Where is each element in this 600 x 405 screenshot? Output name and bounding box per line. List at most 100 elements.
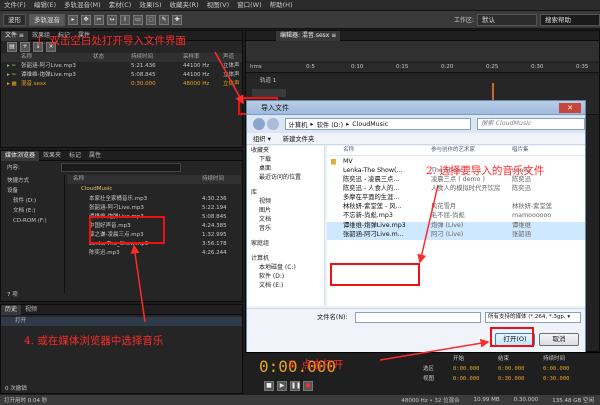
tab-history[interactable]: 历史 — [1, 304, 22, 315]
time-ruler[interactable]: hms 0:5 0:10 0:15 0:20 0:25 0:30 0:35 — [246, 63, 599, 73]
tree-drive-d[interactable]: 软件 (D:) — [13, 197, 36, 205]
list-item[interactable]: 本家社全家桶音乐.mp3 4:30.236 — [67, 195, 241, 204]
nav-downloads[interactable]: 下载 — [259, 155, 271, 164]
menu-favorites[interactable]: 收藏夹(R) — [166, 0, 203, 11]
mute-solo-buttons[interactable] — [252, 89, 286, 97]
tab-properties-2[interactable]: 属性 — [85, 151, 105, 161]
view-start[interactable]: 0:00.000 — [453, 375, 480, 383]
record-icon[interactable]: ● — [303, 381, 313, 391]
tree-drive-e[interactable]: 文档 (E:) — [13, 207, 35, 215]
nav-recent[interactable]: 最近访问的位置 — [259, 173, 301, 182]
menu-window[interactable]: 窗口(W) — [233, 0, 266, 11]
dlg-col-name[interactable]: 名称 — [343, 146, 354, 154]
tab-media-browser[interactable]: 媒体浏览器 — [1, 150, 40, 161]
tab-effects[interactable]: 效果夹 — [39, 151, 65, 161]
media-col-duration[interactable]: 持续时间 — [202, 175, 224, 183]
nav-pictures[interactable]: 图片 — [259, 206, 271, 215]
heal-icon[interactable]: ✚ — [172, 14, 182, 25]
workspace-select[interactable]: 默认 — [477, 13, 537, 26]
tree-shortcuts[interactable]: 快捷方式 — [7, 177, 29, 185]
back-icon[interactable] — [253, 118, 265, 130]
list-item[interactable]: 张韶涵-阿刁Live.mp3 5:22.194 — [67, 204, 241, 213]
menu-effects[interactable]: 效果(S) — [135, 0, 165, 11]
breadcrumb[interactable]: 计算机 ▸ 软件 (D:) ▸ CloudMusic — [284, 118, 471, 130]
stop-icon[interactable]: ■ — [264, 381, 274, 391]
dialog-search-input[interactable]: 搜索 CloudMusic — [476, 118, 585, 130]
forward-icon[interactable] — [266, 118, 279, 130]
new-folder-button[interactable]: 新建文件夹 — [277, 134, 320, 143]
list-item[interactable]: 陈奕迅.mp3 4:26.244 — [67, 249, 241, 258]
tab-markers-2[interactable]: 标记 — [65, 151, 85, 161]
organize-button[interactable]: 组织 ▾ — [247, 134, 277, 143]
tree-cdrom[interactable]: CD-ROM (F:) — [13, 217, 47, 225]
waveform-button[interactable]: 波形 — [3, 13, 26, 26]
breadcrumb-folder[interactable]: CloudMusic — [349, 121, 391, 128]
list-item[interactable]: 谭维维-炮弹Live.mp3 炮弹 (Live) 谭维维 — [327, 222, 585, 231]
sel-end[interactable]: 0:00.000 — [498, 365, 525, 373]
list-item[interactable]: 陈奕迅 - 人食人的... 人食人的模拟时代开饮房 陈奕迅 — [327, 185, 585, 194]
list-item[interactable]: 林秋妍-紫堂莲 - 风... 风花雪月 林秋妍-紫堂莲 — [327, 203, 585, 212]
dlg-col-album[interactable]: 唱片集 — [512, 146, 529, 154]
content-path-field[interactable] — [61, 163, 181, 172]
close-icon[interactable]: ✕ — [559, 102, 581, 113]
multitrack-button[interactable]: 多轨混音 — [29, 13, 65, 26]
new-file-icon[interactable]: + — [20, 42, 30, 52]
list-item[interactable]: 张韶涵-阿刁Live.m... 阿刁 (Live) 张韶涵 — [327, 231, 585, 240]
col-rate[interactable]: 采样率 — [183, 53, 200, 61]
nav-computer[interactable]: 计算机 — [251, 254, 269, 263]
nav-videos[interactable]: 视频 — [259, 197, 271, 206]
search-help-input[interactable]: 搜索帮助 — [540, 13, 600, 26]
menu-view[interactable]: 视图(V) — [203, 0, 234, 11]
move-tool-icon[interactable]: ✥ — [81, 14, 91, 25]
menu-clip[interactable]: 素材(C) — [105, 0, 136, 11]
nav-music[interactable]: 音乐 — [259, 224, 271, 233]
nav-libraries[interactable]: 库 — [251, 188, 257, 197]
nav-favorites[interactable]: 收藏夹 — [251, 146, 269, 155]
history-item[interactable]: 打开 — [1, 317, 242, 326]
tab-editor[interactable]: 编辑器: 混音.sesx ≡ — [276, 30, 341, 41]
nav-drive-d[interactable]: 软件 (D:) — [259, 272, 284, 281]
sel-duration[interactable]: 0:00.000 — [543, 365, 570, 373]
file-row[interactable]: ▸ ≈ 谭维维-炮弹Live.mp3 5:08.845 44100 Hz 立体声 — [1, 71, 242, 80]
folder-cloudmusic[interactable]: CloudMusic — [81, 185, 112, 193]
cancel-button[interactable]: 取消 — [539, 333, 579, 346]
nav-homegroup[interactable]: 家庭组 — [251, 239, 269, 248]
menu-help[interactable]: 帮助(H) — [266, 0, 297, 11]
file-row[interactable]: ▸ ≈ 张韶涵-阿刁Live.mp3 5:21.436 44100 Hz 立体声 — [1, 62, 242, 71]
filename-input[interactable] — [355, 312, 481, 323]
slip-tool-icon[interactable]: ↔ — [107, 14, 117, 25]
nav-drive-c[interactable]: 本地磁盘 (C:) — [259, 263, 296, 272]
menu-file[interactable]: 文件(F) — [0, 0, 30, 11]
col-status[interactable]: 状态 — [93, 53, 104, 61]
pause-icon[interactable]: ❚❚ — [290, 381, 301, 391]
col-channels[interactable]: 声道 — [223, 53, 234, 61]
time-select-icon[interactable]: I — [120, 14, 130, 25]
col-duration[interactable]: 持续时间 — [131, 53, 153, 61]
lasso-icon[interactable]: ◌ — [146, 14, 156, 25]
nav-desktop[interactable]: 桌面 — [259, 164, 271, 173]
tree-devices[interactable]: 设备 — [7, 187, 18, 195]
file-row[interactable]: ▸ ▦ 混音.sesx 0:30.000 48000 Hz 立体声 — [1, 80, 242, 89]
marquee-icon[interactable]: ▭ — [133, 14, 143, 25]
dlg-col-artist[interactable]: 参与创作的艺术家 — [431, 146, 475, 154]
play-icon[interactable]: ▶ — [277, 381, 287, 391]
breadcrumb-drive[interactable]: 软件 (D:) — [314, 120, 346, 129]
brush-icon[interactable]: ✎ — [159, 14, 169, 25]
breadcrumb-computer[interactable]: 计算机 — [286, 120, 311, 129]
import-icon[interactable]: ▤ — [7, 42, 17, 52]
nav-documents[interactable]: 文档 — [259, 215, 271, 224]
tab-video[interactable]: 视频 — [21, 305, 41, 315]
filetype-select[interactable]: 所有支持的媒体 (*.264, *.3gp, ▾ — [485, 312, 581, 323]
view-end[interactable]: 0:30.000 — [498, 375, 525, 383]
list-item[interactable]: 多摩在平面的生涯... — [327, 194, 585, 203]
menu-edit[interactable]: 编辑(E) — [30, 0, 60, 11]
sel-start[interactable]: 0:00.000 — [453, 365, 480, 373]
nav-drive-e[interactable]: 文档 (E:) — [259, 281, 283, 290]
col-name[interactable]: 名称 — [21, 53, 32, 61]
media-col-name[interactable]: 名称 — [73, 175, 84, 183]
menu-multitrack[interactable]: 多轨混音(M) — [60, 0, 105, 11]
tab-files[interactable]: 文件 ≡ — [1, 30, 28, 41]
pointer-tool-icon[interactable]: ▸ — [68, 14, 78, 25]
list-item[interactable]: 不忘新-尚彪.mp3 毛不屈-尚彪 mamoooooo — [327, 212, 585, 221]
view-duration[interactable]: 0:30.000 — [543, 375, 570, 383]
